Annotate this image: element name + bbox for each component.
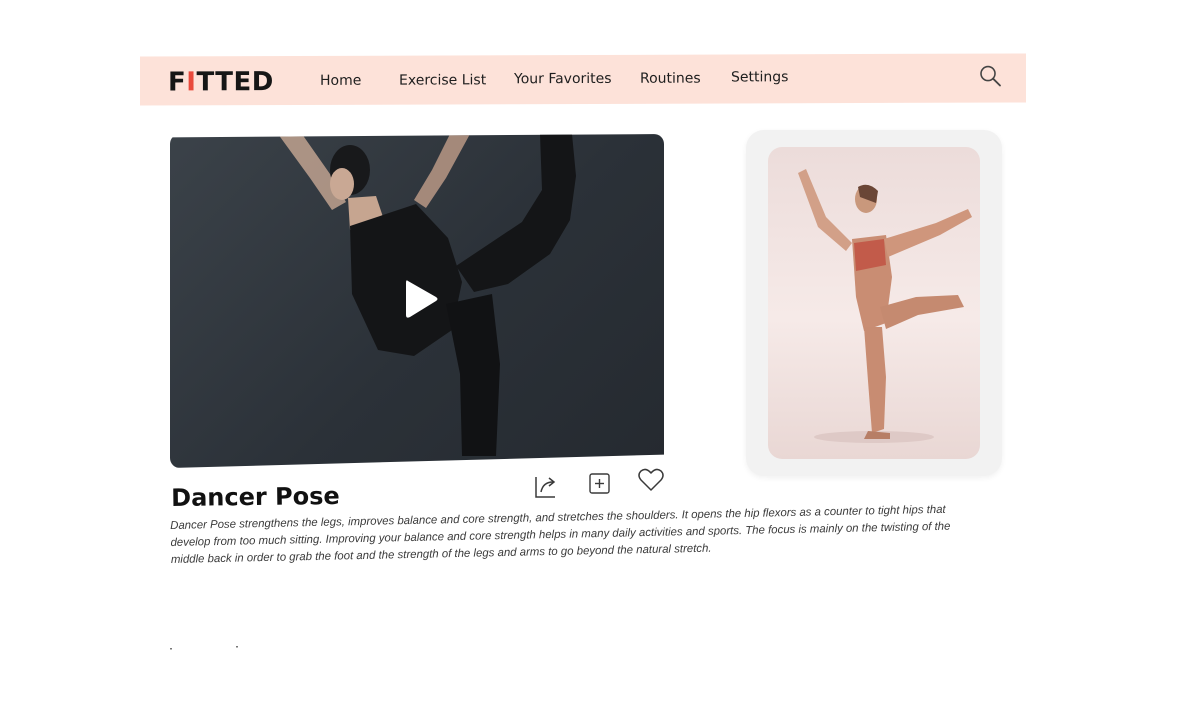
anatomy-illustration <box>768 147 980 459</box>
search-icon <box>980 65 1001 87</box>
share-button[interactable] <box>533 472 559 505</box>
logo-text-suffix: TTED <box>196 67 274 98</box>
exercise-description: Dancer Pose strengthens the legs, improv… <box>170 503 951 566</box>
play-icon <box>406 280 438 318</box>
fitted-logo[interactable]: FITTED <box>168 67 274 97</box>
exercise-title: Dancer Pose <box>171 481 340 512</box>
nav-your-favorites[interactable]: Your Favorites <box>514 71 612 87</box>
logo-text-accent: I <box>186 67 197 98</box>
exercise-actions <box>533 466 668 500</box>
nav-exercise-list[interactable]: Exercise List <box>399 72 486 88</box>
favorite-button[interactable] <box>637 466 665 499</box>
next-section-heading-cut <box>170 642 250 650</box>
search-button[interactable] <box>978 64 1004 90</box>
nav-settings[interactable]: Settings <box>731 69 788 85</box>
muscle-anatomy-figure <box>798 169 972 443</box>
logo-text-prefix: F <box>168 67 187 98</box>
exercise-video-player[interactable] <box>170 134 664 468</box>
anatomy-card <box>746 130 1002 476</box>
add-icon <box>589 473 610 494</box>
nav-home[interactable]: Home <box>320 73 361 89</box>
play-button[interactable] <box>402 277 442 321</box>
share-icon <box>535 477 556 498</box>
add-to-routine-button[interactable] <box>588 472 612 501</box>
top-navbar: FITTED Home Exercise List Your Favorites… <box>140 53 1026 106</box>
cut-text-fragment <box>170 646 238 650</box>
heart-icon <box>638 468 664 491</box>
nav-routines[interactable]: Routines <box>640 71 701 87</box>
